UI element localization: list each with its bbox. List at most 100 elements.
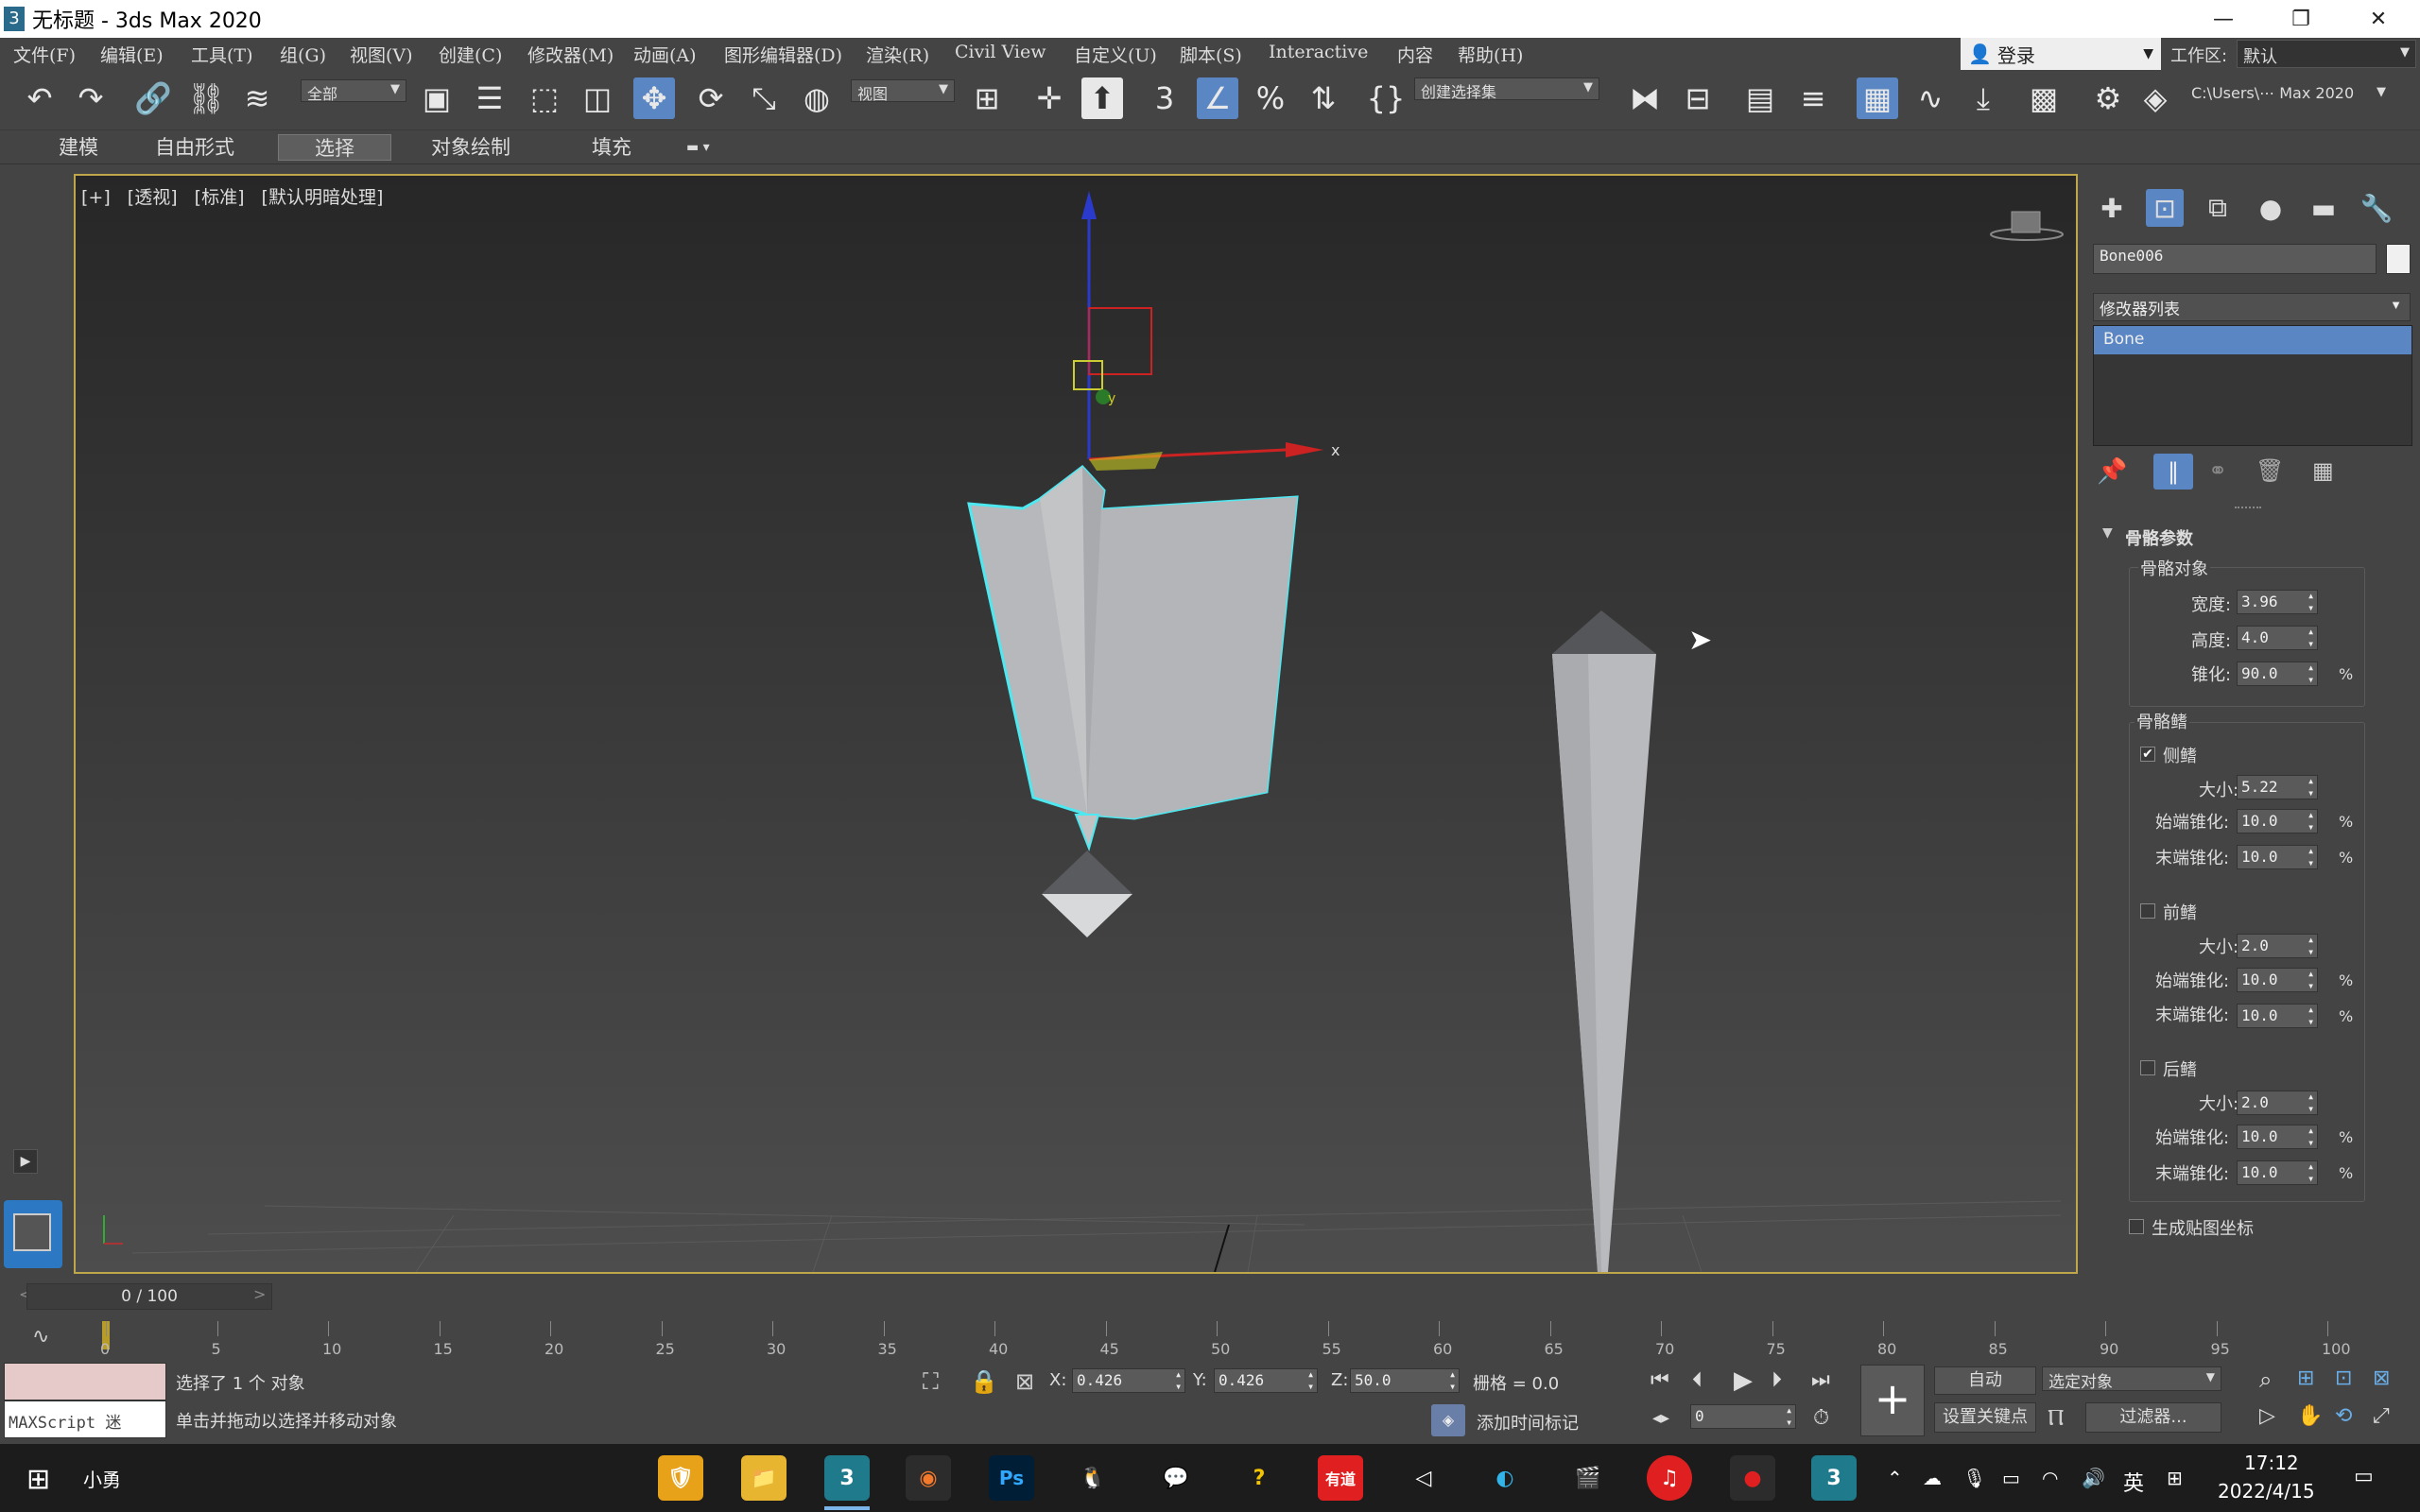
menu-graph-editors[interactable]: 图形编辑器(D) xyxy=(724,42,842,67)
3dsmax-taskbar-icon-2[interactable]: 3 xyxy=(1811,1455,1857,1501)
menu-customize[interactable]: 自定义(U) xyxy=(1074,42,1157,67)
menu-interactive[interactable]: Interactive xyxy=(1269,42,1368,62)
taper-spinner[interactable]: 90.0 xyxy=(2237,662,2318,686)
rollout-title[interactable]: 骨骼参数 xyxy=(2125,525,2193,550)
x-coord-spinner[interactable]: 0.426 xyxy=(1072,1368,1185,1393)
select-object-icon[interactable]: ▣ xyxy=(416,77,458,119)
bone006-selected[interactable] xyxy=(967,464,1299,852)
select-rotate-icon[interactable]: ⟳ xyxy=(690,77,732,119)
prev-key-icon[interactable]: ⏴ xyxy=(1692,1368,1703,1392)
maxscript-listener-pink[interactable] xyxy=(4,1363,166,1400)
back-start-taper-spinner[interactable]: 10.0 xyxy=(2237,1125,2318,1149)
track-bar[interactable]: ∿ 0 5 10 15 20 25 30 35 40 45 50 55 60 65 70 75 80 85 90 95… xyxy=(0,1315,2420,1358)
back-end-taper-spinner[interactable]: 10.0 xyxy=(2237,1160,2318,1185)
next-key-icon[interactable]: ⏵ xyxy=(1772,1368,1782,1392)
render-frame-icon[interactable]: ◈ xyxy=(2135,77,2176,119)
menu-animation[interactable]: 动画(A) xyxy=(633,42,697,67)
tray-chevron-icon[interactable]: ⌃ xyxy=(1887,1467,1903,1489)
move-gizmo[interactable]: x y xyxy=(1073,191,1340,471)
show-end-result-icon[interactable]: ‖ xyxy=(2153,454,2193,490)
percent-snap-icon[interactable]: % xyxy=(1250,77,1291,119)
ime-mode-icon[interactable]: ⊞ xyxy=(2167,1467,2183,1489)
set-key-plus-icon[interactable]: + xyxy=(1860,1365,1925,1436)
zoom-all-icon[interactable]: ⊞ xyxy=(2297,1366,2314,1390)
pin-stack-icon[interactable]: 📌 xyxy=(2097,457,2127,486)
snaps-toggle-icon[interactable]: 3 xyxy=(1144,77,1185,119)
absolute-mode-icon[interactable]: ⊠ xyxy=(1015,1368,1034,1395)
auto-key-button[interactable]: 自动 xyxy=(1934,1366,2036,1395)
play-icon[interactable]: ▶ xyxy=(13,1149,38,1174)
battery-icon[interactable]: ▭ xyxy=(2002,1467,2020,1489)
select-place-icon[interactable]: ◍ xyxy=(796,77,838,119)
modifier-list-dropdown[interactable]: 修改器列表 ▼ xyxy=(2093,293,2411,321)
height-spinner[interactable]: 4.0 xyxy=(2237,626,2318,650)
menu-civil-view[interactable]: Civil View xyxy=(955,42,1046,62)
viewport-layout-tab[interactable] xyxy=(4,1200,62,1268)
recorder-icon[interactable]: ● xyxy=(1730,1455,1775,1501)
angle-snap-icon[interactable]: ∠ xyxy=(1197,77,1238,119)
tab-populate[interactable]: 填充 xyxy=(577,134,647,161)
set-key-button[interactable]: 设置关键点 xyxy=(1934,1402,2036,1433)
mirror-icon[interactable]: ⧓ xyxy=(1624,77,1666,119)
clock-time[interactable]: 17:12 xyxy=(2244,1452,2299,1474)
remove-modifier-icon[interactable]: 🗑 xyxy=(2256,457,2284,484)
time-configuration-icon[interactable]: ⏱ xyxy=(1813,1406,1829,1430)
clock-date[interactable]: 2022/4/15 xyxy=(2218,1480,2315,1503)
layer-explorer-icon[interactable]: ≡ xyxy=(1792,77,1834,119)
render-setup-icon[interactable]: ⚙ xyxy=(2087,77,2129,119)
pivot-center-icon[interactable]: ⊞ xyxy=(966,77,1008,119)
cloud-icon[interactable]: ☁ xyxy=(1923,1467,1942,1489)
material-editor-icon[interactable]: ▩ xyxy=(2023,77,2065,119)
maximize-viewport-icon[interactable]: ⤢ xyxy=(2373,1404,2390,1428)
tab-freeform[interactable]: 自由形式 xyxy=(140,134,250,161)
make-unique-icon[interactable]: ⚭ xyxy=(2208,457,2227,484)
select-scale-icon[interactable]: ⤡ xyxy=(743,77,785,119)
gen-map-coords-checkbox[interactable] xyxy=(2129,1219,2144,1234)
named-selection-set-dropdown[interactable]: 创建选择集 ▼ xyxy=(1414,77,1599,101)
motion-tab-icon[interactable]: ● xyxy=(2252,189,2290,227)
z-coord-spinner[interactable]: 50.0 xyxy=(1350,1368,1460,1393)
menu-edit[interactable]: 编辑(E) xyxy=(100,42,164,67)
menu-rendering[interactable]: 渲染(R) xyxy=(866,42,929,67)
scene-explorer-icon[interactable]: ▤ xyxy=(1739,77,1781,119)
zoom-extents-all-icon[interactable]: ⊠ xyxy=(2373,1366,2390,1390)
hierarchy-tab-icon[interactable]: ⧉ xyxy=(2199,189,2237,227)
object-color-swatch[interactable] xyxy=(2386,244,2411,274)
tab-selection[interactable]: 选择 xyxy=(278,134,391,161)
redo-icon[interactable]: ↷ xyxy=(70,77,112,119)
selection-filter-dropdown[interactable]: 全部 ▼ xyxy=(301,79,406,103)
select-by-name-icon[interactable]: ☰ xyxy=(469,77,510,119)
back-fin-checkbox[interactable] xyxy=(2140,1060,2155,1075)
front-end-taper-spinner[interactable]: 10.0 xyxy=(2237,1004,2318,1028)
next-frame-arrow-icon[interactable]: > xyxy=(253,1285,266,1303)
back-size-spinner[interactable]: 2.0 xyxy=(2237,1091,2318,1115)
modify-tab-icon[interactable]: ⊡ xyxy=(2146,189,2184,227)
menu-view[interactable]: 视图(V) xyxy=(350,42,413,67)
tab-object-paint[interactable]: 对象绘制 xyxy=(416,134,526,161)
selection-lock-icon[interactable]: 🔒 xyxy=(970,1368,998,1395)
visual-studio-icon[interactable]: ◁ xyxy=(1401,1455,1446,1501)
bone-end-diamond[interactable] xyxy=(1042,850,1132,937)
help-app-icon[interactable]: ? xyxy=(1236,1455,1282,1501)
goto-start-icon[interactable]: ⏮ xyxy=(1651,1368,1669,1392)
object-name-input[interactable]: Bone006 xyxy=(2093,244,2377,274)
file-explorer-icon[interactable]: 📁 xyxy=(741,1455,786,1501)
youdao-icon[interactable]: 有道 xyxy=(1318,1455,1363,1501)
utilities-tab-icon[interactable]: 🔧 xyxy=(2358,189,2395,227)
menu-tools[interactable]: 工具(T) xyxy=(191,42,253,67)
3dsmax-taskbar-icon[interactable]: 3 xyxy=(824,1455,870,1501)
project-path-dropdown[interactable]: C:\Users\⋯ Max 2020 ▼ xyxy=(2186,83,2392,106)
notification-icon[interactable]: ▭ xyxy=(2354,1465,2374,1488)
configure-modifier-sets-icon[interactable]: ▦ xyxy=(2312,457,2334,484)
play-animation-icon[interactable]: ▶ xyxy=(1734,1366,1753,1395)
menu-file[interactable]: 文件(F) xyxy=(13,42,76,67)
close-button[interactable]: ✕ xyxy=(2341,0,2416,38)
front-start-taper-spinner[interactable]: 10.0 xyxy=(2237,968,2318,992)
windows-start-icon[interactable]: ⊞ xyxy=(26,1463,50,1496)
time-config-arrows-icon[interactable]: ◂▸ xyxy=(1652,1408,1669,1428)
menu-content[interactable]: 内容 xyxy=(1397,42,1433,67)
side-start-taper-spinner[interactable]: 10.0 xyxy=(2237,809,2318,833)
goto-end-icon[interactable]: ⏭ xyxy=(1811,1368,1830,1392)
ribbon-options-icon[interactable]: ▬ ▾ xyxy=(671,134,725,161)
edge-icon[interactable]: ◐ xyxy=(1482,1455,1528,1501)
